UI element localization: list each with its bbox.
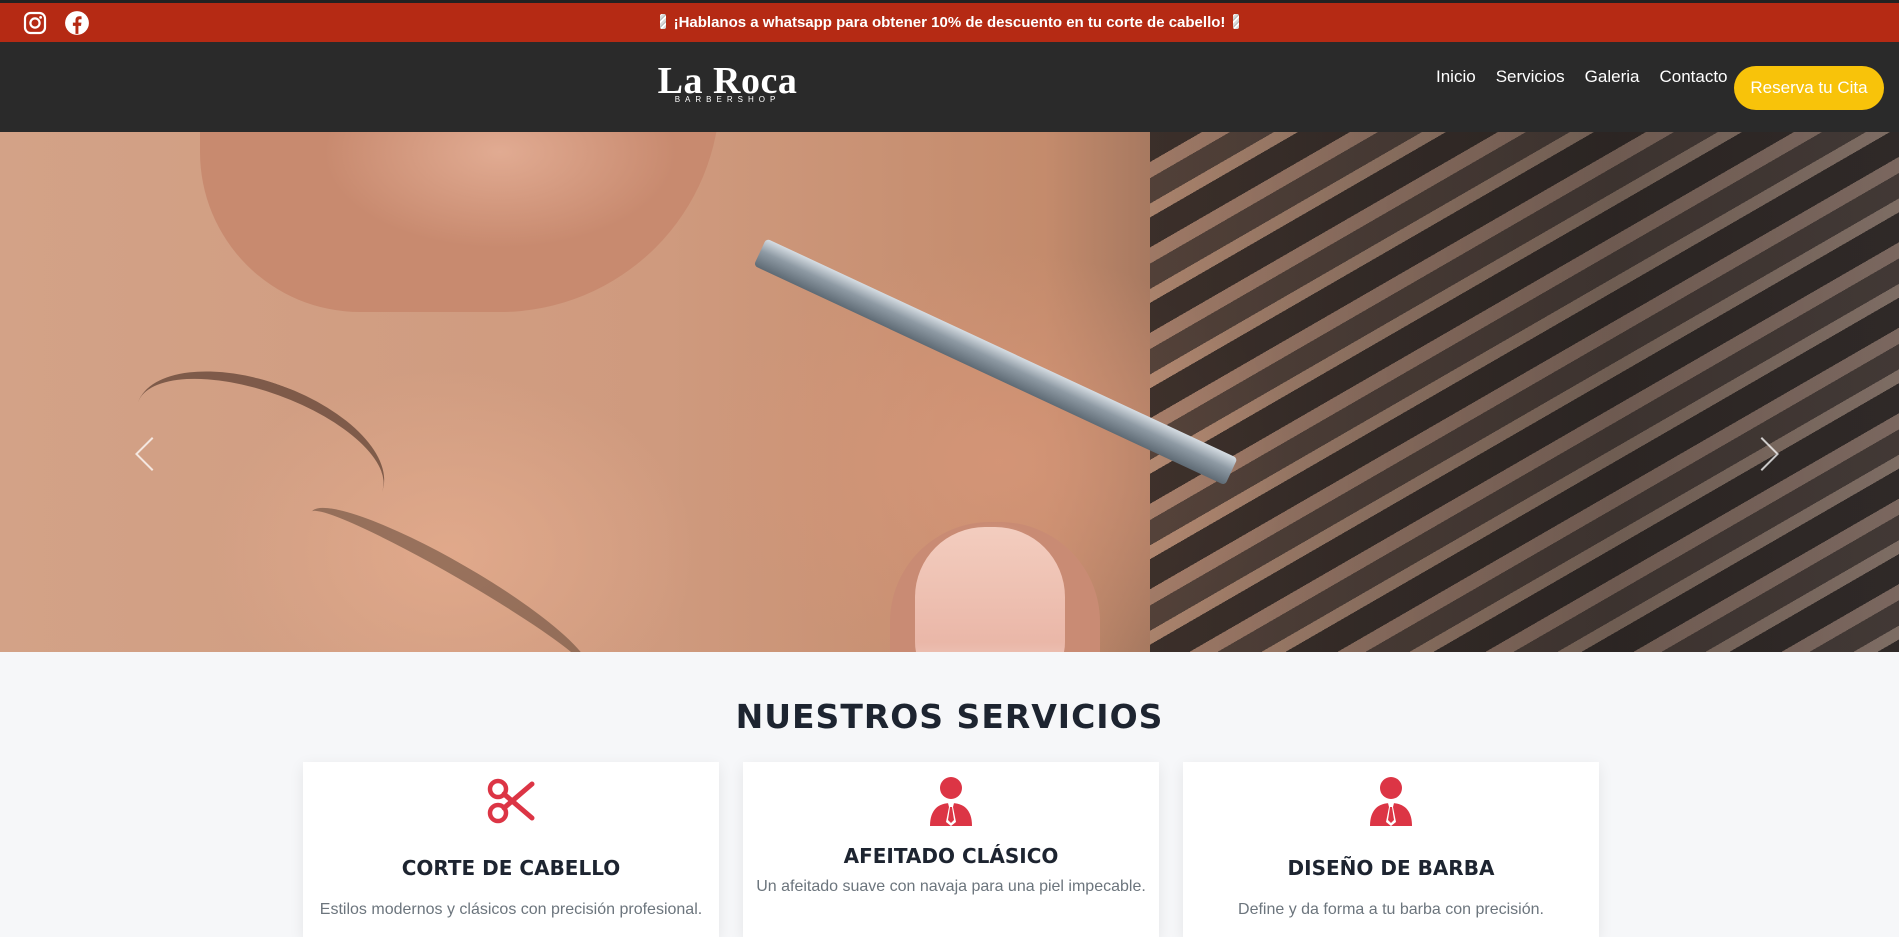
scissors-icon — [487, 778, 535, 824]
nav-galeria[interactable]: Galeria — [1585, 67, 1640, 87]
hero-image-hand — [200, 132, 720, 312]
hero-image-nail — [915, 527, 1065, 652]
person-tie-icon — [1370, 777, 1412, 826]
promo-text: ¡Hablanos a whatsapp para obtener 10% de… — [673, 14, 1226, 31]
service-description: Define y da forma a tu barba con precisi… — [1238, 901, 1544, 918]
book-appointment-button[interactable]: Reserva tu Cita — [1734, 66, 1884, 110]
main-navbar: La Roca BARBERSHOP Inicio Servicios Gale… — [0, 42, 1899, 132]
hero-carousel — [0, 132, 1899, 652]
hero-image-brow — [296, 486, 604, 652]
service-description: Un afeitado suave con navaja para una pi… — [756, 878, 1146, 895]
service-description: Estilos modernos y clásicos con precisió… — [319, 901, 703, 918]
hero-image-hair — [1150, 132, 1899, 652]
nav-servicios[interactable]: Servicios — [1496, 67, 1565, 87]
nav-menu: Inicio Servicios Galeria Contacto — [1436, 67, 1728, 87]
services-heading: NUESTROS SERVICIOS — [735, 697, 1164, 736]
top-bar: ¡Hablanos a whatsapp para obtener 10% de… — [0, 0, 1899, 42]
barber-pole-icon — [659, 14, 666, 29]
service-title: DISEÑO DE BARBA — [1287, 856, 1495, 880]
nav-contacto[interactable]: Contacto — [1659, 67, 1727, 87]
service-card-shave: AFEITADO CLÁSICO Un afeitado suave con n… — [743, 762, 1159, 937]
service-title: CORTE DE CABELLO — [401, 856, 621, 880]
service-title: AFEITADO CLÁSICO — [843, 844, 1059, 868]
service-card-beard: DISEÑO DE BARBA Define y da forma a tu b… — [1183, 762, 1599, 937]
nav-inicio[interactable]: Inicio — [1436, 67, 1476, 87]
person-tie-icon — [930, 777, 972, 826]
site-logo[interactable]: La Roca BARBERSHOP — [640, 62, 815, 104]
barber-pole-icon — [1233, 14, 1240, 29]
service-card-haircut: CORTE DE CABELLO Estilos modernos y clás… — [303, 762, 719, 937]
promo-banner: ¡Hablanos a whatsapp para obtener 10% de… — [0, 14, 1899, 31]
